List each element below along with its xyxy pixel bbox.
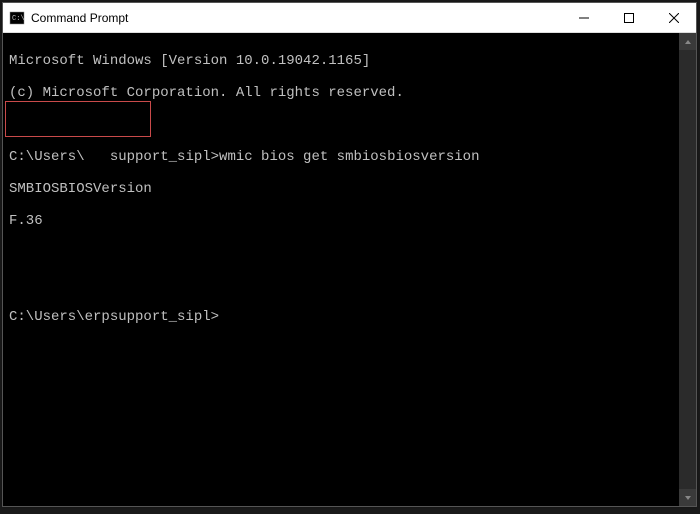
copyright-line: (c) Microsoft Corporation. All rights re… (9, 85, 690, 101)
blank-line (9, 117, 690, 133)
prompt-user: support_sipl> (85, 149, 219, 165)
scrollbar-track[interactable] (679, 50, 696, 489)
version-line: Microsoft Windows [Version 10.0.19042.11… (9, 53, 690, 69)
minimize-button[interactable] (561, 3, 606, 32)
command-line-1: C:\Users\ support_sipl>wmic bios get smb… (9, 149, 690, 165)
output-header: SMBIOSBIOSVersion (9, 181, 690, 197)
cmd-icon: C:\ (9, 10, 25, 26)
command-prompt-window: C:\ Command Prompt Microsoft Windows [Ve… (2, 2, 697, 507)
prompt-path: C:\Users\ (9, 149, 85, 165)
window-title: Command Prompt (31, 11, 561, 25)
terminal-area[interactable]: Microsoft Windows [Version 10.0.19042.11… (3, 33, 696, 506)
scrollbar-thumb[interactable] (681, 50, 694, 489)
scroll-down-button[interactable] (679, 489, 696, 506)
svg-text:C:\: C:\ (12, 15, 25, 23)
window-controls (561, 3, 696, 32)
typed-command: wmic bios get smbiosbiosversion (219, 149, 479, 165)
close-button[interactable] (651, 3, 696, 32)
scroll-up-button[interactable] (679, 33, 696, 50)
blank-line (9, 277, 690, 293)
prompt-line-2: C:\Users\erpsupport_sipl> (9, 309, 690, 325)
blank-line (9, 245, 690, 261)
terminal-content: Microsoft Windows [Version 10.0.19042.11… (3, 33, 696, 361)
maximize-button[interactable] (606, 3, 651, 32)
vertical-scrollbar[interactable] (679, 33, 696, 506)
titlebar[interactable]: C:\ Command Prompt (3, 3, 696, 33)
output-value: F.36 (9, 213, 690, 229)
